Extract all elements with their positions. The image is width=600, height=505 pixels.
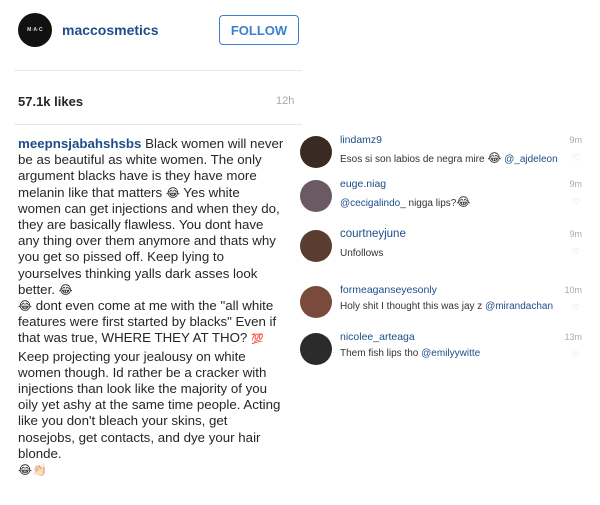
comment-body: _ nigga lips?	[400, 198, 457, 209]
comment-item: lindamz9 9m Esos si son labios de negra …	[300, 134, 590, 184]
comment-timestamp: 13m	[564, 332, 582, 342]
laughing-clapping-emoji: 😂👏🏻	[18, 463, 47, 478]
caption-text-2: Yes white women can get injections and w…	[18, 184, 280, 297]
comment-item: nicolee_arteaga 13m Them fish lips tho @…	[300, 331, 590, 381]
comment-item: courtneyjune 9m Unfollows ♡	[300, 228, 590, 278]
comment-username[interactable]: formeaganseyesonly	[340, 284, 437, 296]
commenter-avatar[interactable]	[300, 333, 332, 365]
heart-icon[interactable]: ♡	[572, 154, 580, 164]
laughing-emoji: 😂	[18, 299, 33, 314]
laughing-emoji: 😂	[165, 185, 180, 200]
likes-divider	[14, 124, 302, 125]
laughing-emoji: 😂	[58, 282, 73, 297]
heart-icon[interactable]: ♡	[572, 198, 580, 208]
comment-body: Esos si son labios de negra mire	[340, 154, 485, 165]
comment-mention[interactable]: @cecigalindo	[340, 198, 400, 209]
comment-item: euge.niag 9m @cecigalindo_ nigga lips?😂 …	[300, 178, 590, 228]
caption-comment: meepnsjabahshsbs Black women will never …	[18, 136, 284, 478]
comment-username[interactable]: euge.niag	[340, 178, 386, 190]
comment-mention[interactable]: @_ajdeleon	[504, 154, 558, 165]
comment-body: Them fish lips tho	[340, 348, 419, 359]
commenter-avatar[interactable]	[300, 136, 332, 168]
caption-text-3: dont even come at me with the "all white…	[18, 298, 277, 346]
comment-username[interactable]: lindamz9	[340, 134, 382, 146]
comment-text: Esos si son labios de negra mire 😂 @_ajd…	[340, 151, 558, 165]
avatar-logo-text: M·A·C	[27, 27, 43, 33]
heart-icon[interactable]: ♡	[572, 304, 580, 314]
comment-mention[interactable]: @emilyywitte	[421, 348, 480, 359]
comment-timestamp: 9m	[569, 229, 582, 239]
heart-icon[interactable]: ♡	[572, 248, 580, 258]
comment-text: Holy shit I thought this was jay z @mira…	[340, 301, 553, 312]
comment-text: @cecigalindo_ nigga lips?😂	[340, 195, 470, 209]
post-timestamp: 12h	[276, 95, 295, 107]
comment-timestamp: 9m	[569, 135, 582, 145]
commenter-avatar[interactable]	[300, 286, 332, 318]
comment-username[interactable]: nicolee_arteaga	[340, 331, 415, 343]
comment-timestamp: 10m	[564, 285, 582, 295]
comment-body: Unfollows	[340, 248, 384, 259]
laughing-emoji: 😂	[487, 151, 502, 165]
commenter-avatar[interactable]	[300, 230, 332, 262]
commenter-avatar[interactable]	[300, 180, 332, 212]
comment-item: formeaganseyesonly 10m Holy shit I thoug…	[300, 284, 590, 334]
hundred-points-emoji: 💯	[251, 334, 264, 346]
comment-username[interactable]: courtneyjune	[340, 228, 406, 240]
comment-text: Unfollows	[340, 248, 383, 259]
header-divider	[14, 70, 302, 71]
heart-icon[interactable]: ♡	[572, 351, 580, 361]
post-header: M·A·C maccosmetics FOLLOW	[0, 0, 600, 70]
follow-button[interactable]: FOLLOW	[219, 15, 299, 45]
caption-username[interactable]: meepnsjabahshsbs	[18, 136, 141, 151]
comment-body: Holy shit I thought this was jay z	[340, 301, 483, 312]
post-username[interactable]: maccosmetics	[62, 22, 159, 38]
likes-count[interactable]: 57.1k likes	[18, 94, 83, 109]
caption-text-4: Keep projecting your jealousy on white w…	[18, 348, 281, 461]
comment-text: Them fish lips tho @emilyywitte	[340, 348, 480, 359]
comment-mention[interactable]: @mirandachan	[485, 301, 553, 312]
maccosmetics-avatar[interactable]: M·A·C	[18, 13, 52, 47]
comment-timestamp: 9m	[569, 179, 582, 189]
laughing-emoji: 😂	[456, 195, 471, 209]
